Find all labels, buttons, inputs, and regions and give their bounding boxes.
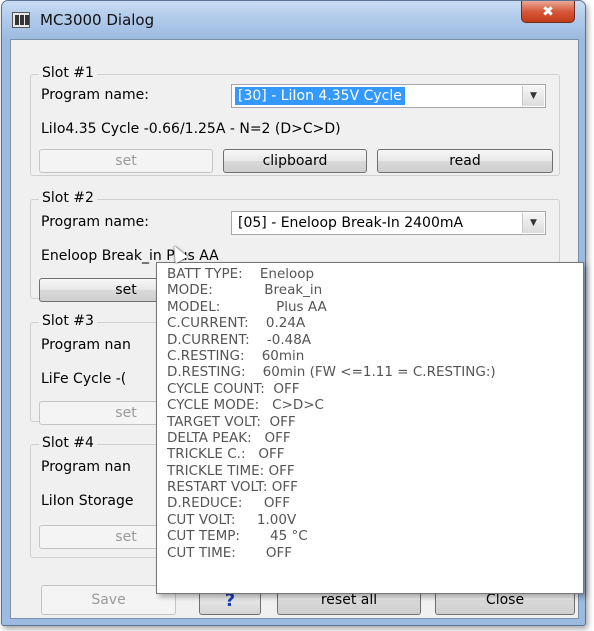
tooltip-value: 60min (FW <=1.11 = C.RESTING:) <box>262 364 496 381</box>
tooltip-key: BATT TYPE: <box>167 266 260 282</box>
slot-2-title: Slot #2 <box>39 190 97 206</box>
tooltip-value: OFF <box>265 544 292 561</box>
tooltip-value: 1.00V <box>256 511 297 528</box>
tooltip-row: DELTA PEAK: OFF <box>167 430 583 446</box>
tooltip-value: Plus AA <box>276 298 327 315</box>
tooltip-value: -0.48A <box>266 331 312 348</box>
slot-1-group: Slot #1 Program name: [30] - LiIon 4.35V… <box>30 65 560 176</box>
tooltip-key: RESTART VOLT: <box>167 479 272 496</box>
tooltip-row: CUT TEMP: 45 °C <box>167 528 583 544</box>
tooltip-row: D.CURRENT: -0.48A <box>167 332 583 348</box>
slot-1-program-label: Program name: <box>41 87 149 103</box>
tooltip-row: TRICKLE TIME: OFF <box>167 463 583 479</box>
tooltip-key: CUT TEMP: <box>167 528 270 545</box>
tooltip-key: MODEL: <box>167 298 277 315</box>
tooltip-row: D.RESTING: 60min (FW <=1.11 = C.RESTING:… <box>167 364 583 380</box>
tooltip-row: TRICKLE C.: OFF <box>167 446 583 462</box>
slot-1-read-button[interactable]: read <box>377 149 553 173</box>
tooltip-key: C.CURRENT: <box>167 315 266 332</box>
slot-1-title: Slot #1 <box>39 65 97 81</box>
tooltip-row: MODEL: Plus AA <box>167 299 583 315</box>
slot-1-description: LiIo4.35 Cycle -0.66/1.25A - N=2 (D>C>D) <box>41 121 341 137</box>
tooltip-value: OFF <box>268 462 295 479</box>
tooltip-key: C.RESTING: <box>167 347 262 364</box>
tooltip-row: BATT TYPE: Eneloop <box>167 266 583 282</box>
tooltip-key: D.CURRENT: <box>167 331 267 348</box>
chevron-down-icon[interactable]: ▼ <box>522 86 544 106</box>
tooltip-key: TARGET VOLT: <box>167 413 270 430</box>
tooltip-value: OFF <box>263 495 290 512</box>
tooltip-value: OFF <box>271 479 298 496</box>
tooltip-value: 60min <box>261 347 305 364</box>
slot-1-program-value: [30] - LiIon 4.35V Cycle <box>235 87 405 105</box>
tooltip-value: OFF <box>264 429 291 446</box>
app-icon <box>12 12 30 28</box>
tooltip-row: RESTART VOLT: OFF <box>167 479 583 495</box>
window-title: MC3000 Dialog <box>40 11 155 29</box>
tooltip-key: TRICKLE C.: <box>167 446 259 463</box>
tooltip-key: D.RESTING: <box>167 364 263 381</box>
tooltip-value: C>D>C <box>272 397 324 414</box>
tooltip-row: CUT VOLT: 1.00V <box>167 512 583 528</box>
program-details-tooltip: BATT TYPE: Eneloop MODE: Break_in MODEL: P… <box>156 262 584 594</box>
slot-4-description: LiIon Storage <box>41 493 134 509</box>
tooltip-key: CUT VOLT: <box>167 511 257 528</box>
tooltip-row: CYCLE COUNT: OFF <box>167 381 583 397</box>
slot-1-set-button[interactable]: set <box>39 149 213 173</box>
slot-2-program-value: [05] - Eneloop Break-In 2400mA <box>238 215 464 231</box>
tooltip-key: MODE: <box>167 282 265 299</box>
chevron-down-icon[interactable]: ▼ <box>522 213 544 233</box>
tooltip-key: DELTA PEAK: <box>167 429 265 446</box>
title-bar[interactable]: MC3000 Dialog ✖ <box>2 1 585 39</box>
slot-4-program-label: Program nan <box>41 459 131 475</box>
tooltip-key: CYCLE COUNT: <box>167 380 274 397</box>
tooltip-value: OFF <box>269 413 296 430</box>
tooltip-row: TARGET VOLT: OFF <box>167 414 583 430</box>
tooltip-row: MODE: Break_in <box>167 282 583 298</box>
tooltip-key: CUT TIME: <box>167 544 266 561</box>
tooltip-key: D.REDUCE: <box>167 495 264 512</box>
slot-3-description: LiFe Cycle -( <box>41 371 127 387</box>
tooltip-row: CYCLE MODE: C>D>C <box>167 397 583 413</box>
slot-3-program-label: Program nan <box>41 337 131 353</box>
tooltip-value: Eneloop <box>259 266 315 282</box>
slot-2-program-select[interactable]: [05] - Eneloop Break-In 2400mA ▼ <box>231 211 546 235</box>
slot-1-clipboard-button[interactable]: clipboard <box>223 149 367 173</box>
slot-2-program-label: Program name: <box>41 214 149 230</box>
tooltip-key: CYCLE MODE: <box>167 397 273 414</box>
tooltip-row: D.REDUCE: OFF <box>167 495 583 511</box>
tooltip-value: OFF <box>258 446 285 463</box>
tooltip-value: Break_in <box>264 282 323 299</box>
tooltip-row: C.RESTING: 60min <box>167 348 583 364</box>
tooltip-value: 45 °C <box>270 528 308 545</box>
slot-1-program-select[interactable]: [30] - LiIon 4.35V Cycle ▼ <box>231 84 546 108</box>
tooltip-key: TRICKLE TIME: <box>167 462 269 479</box>
slot-3-title: Slot #3 <box>39 313 97 329</box>
tooltip-row: C.CURRENT: 0.24A <box>167 315 583 331</box>
close-window-button[interactable]: ✖ <box>521 1 575 23</box>
tooltip-value: OFF <box>273 380 300 397</box>
tooltip-value: 0.24A <box>265 315 306 332</box>
tooltip-row: CUT TIME: OFF <box>167 545 583 561</box>
slot-4-title: Slot #4 <box>39 435 97 451</box>
